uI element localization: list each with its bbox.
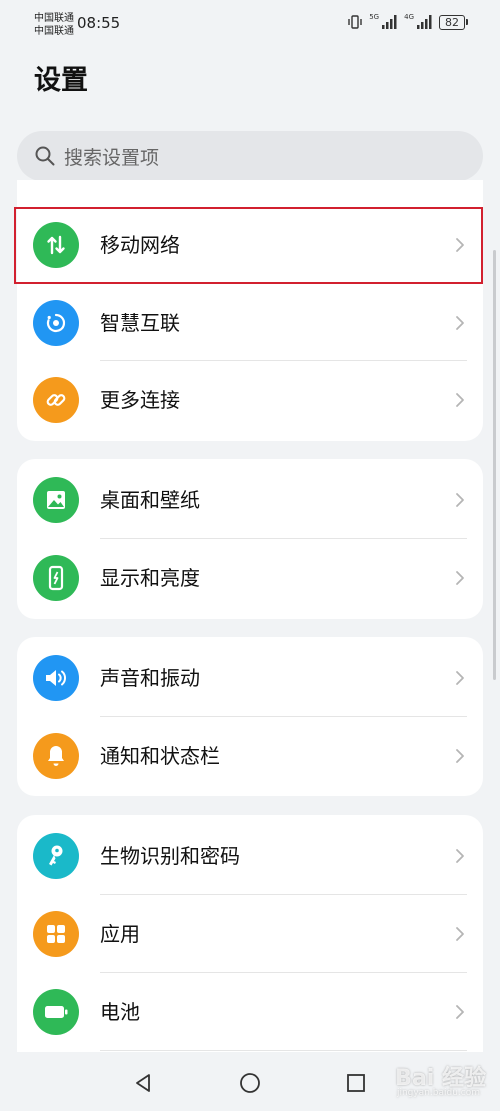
mobile-data-icon bbox=[33, 222, 79, 268]
battery-icon bbox=[33, 989, 79, 1035]
chevron-right-icon bbox=[456, 1005, 464, 1019]
battery-indicator: 82 bbox=[439, 14, 468, 30]
watermark-url: jingyan.baidu.com bbox=[396, 1088, 480, 1098]
chevron-right-icon bbox=[456, 238, 464, 252]
search-bar[interactable]: 搜索设置项 bbox=[17, 131, 483, 181]
carrier-2: 中国联通 bbox=[34, 26, 74, 37]
chevron-right-icon bbox=[456, 393, 464, 407]
apps-icon bbox=[33, 911, 79, 957]
carrier-1: 中国联通 bbox=[34, 13, 74, 24]
signal-1-icon bbox=[382, 15, 398, 29]
battery-tip bbox=[466, 19, 468, 25]
settings-group-connectivity: 移动网络 智慧互联 更多连接 bbox=[17, 180, 483, 441]
wallpaper-icon bbox=[33, 477, 79, 523]
status-bar: 中国联通 中国联通 08:55 5G 4G 82 bbox=[0, 0, 500, 48]
sound-icon bbox=[33, 655, 79, 701]
search-input[interactable]: 搜索设置项 bbox=[64, 143, 159, 170]
carrier-labels: 中国联通 中国联通 bbox=[34, 12, 74, 38]
settings-item-label: 应用 bbox=[100, 922, 140, 946]
smart-connect-icon bbox=[33, 300, 79, 346]
settings-item-biometrics-password[interactable]: 生物识别和密码 bbox=[17, 817, 483, 895]
page-title: 设置 bbox=[34, 65, 88, 96]
settings-item-label: 智慧互联 bbox=[100, 311, 180, 335]
settings-group-security-apps: 生物识别和密码 应用 电池 bbox=[17, 815, 483, 1075]
settings-item-smart-connect[interactable]: 智慧互联 bbox=[17, 284, 483, 362]
settings-item-label: 通知和状态栏 bbox=[100, 744, 220, 768]
divider bbox=[100, 1050, 467, 1051]
settings-item-label: 电池 bbox=[100, 1000, 140, 1024]
link-icon bbox=[33, 377, 79, 423]
settings-item-wallpaper[interactable]: 桌面和壁纸 bbox=[17, 461, 483, 539]
display-icon bbox=[33, 555, 79, 601]
signal-2-icon bbox=[417, 15, 433, 29]
recents-icon[interactable] bbox=[345, 1072, 367, 1094]
clock: 08:55 bbox=[77, 14, 121, 32]
settings-item-label: 生物识别和密码 bbox=[100, 844, 240, 868]
status-icons: 5G 4G 82 bbox=[347, 14, 468, 30]
chevron-right-icon bbox=[456, 927, 464, 941]
settings-group-display: 桌面和壁纸 显示和亮度 bbox=[17, 459, 483, 619]
scrollbar[interactable] bbox=[493, 250, 496, 680]
network-type-1: 5G bbox=[369, 13, 380, 21]
chevron-right-icon bbox=[456, 493, 464, 507]
settings-item-sound-vibration[interactable]: 声音和振动 bbox=[17, 639, 483, 717]
home-icon[interactable] bbox=[239, 1072, 261, 1094]
key-icon bbox=[33, 833, 79, 879]
settings-item-battery[interactable]: 电池 bbox=[17, 973, 483, 1051]
search-icon bbox=[35, 146, 55, 166]
battery-level: 82 bbox=[439, 14, 465, 30]
back-icon[interactable] bbox=[132, 1072, 154, 1094]
chevron-right-icon bbox=[456, 316, 464, 330]
settings-item-display-brightness[interactable]: 显示和亮度 bbox=[17, 539, 483, 617]
settings-item-apps[interactable]: 应用 bbox=[17, 895, 483, 973]
settings-item-label: 声音和振动 bbox=[100, 666, 200, 690]
settings-item-label: 移动网络 bbox=[100, 233, 180, 257]
settings-group-sound-notification: 声音和振动 通知和状态栏 bbox=[17, 637, 483, 796]
vibrate-icon bbox=[347, 14, 363, 30]
chevron-right-icon bbox=[456, 749, 464, 763]
settings-item-mobile-network[interactable]: 移动网络 bbox=[17, 206, 483, 284]
settings-item-notifications[interactable]: 通知和状态栏 bbox=[17, 717, 483, 795]
settings-item-label: 桌面和壁纸 bbox=[100, 488, 200, 512]
settings-item-label: 显示和亮度 bbox=[100, 566, 200, 590]
settings-item-more-connections[interactable]: 更多连接 bbox=[17, 361, 483, 439]
chevron-right-icon bbox=[456, 571, 464, 585]
network-type-2: 4G bbox=[404, 13, 414, 21]
chevron-right-icon bbox=[456, 671, 464, 685]
chevron-right-icon bbox=[456, 849, 464, 863]
settings-item-label: 更多连接 bbox=[100, 388, 180, 412]
bell-icon bbox=[33, 733, 79, 779]
